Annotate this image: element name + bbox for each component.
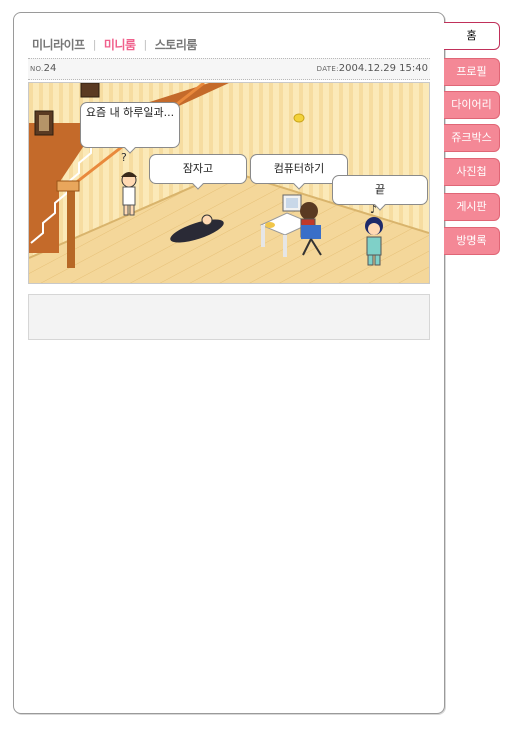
tab-profile[interactable]: 프로필 (444, 58, 500, 86)
speech-bubble-end: 끝 (332, 175, 428, 205)
nav-separator: | (143, 37, 148, 51)
speech-bubble-sleep: 잠자고 (149, 154, 247, 184)
miniroom-scene: ? ♪ 요즘 내 하루일과... 잠자고 컴퓨터하기 끝 (28, 82, 430, 284)
tab-home[interactable]: 홈 (444, 22, 500, 50)
post-number: NO.24 (30, 63, 57, 74)
tab-diary[interactable]: 다이어리 (444, 91, 500, 119)
nav-minilife[interactable]: 미니라이프 (32, 36, 85, 53)
question-mark-icon: ? (121, 151, 127, 164)
tab-jukebox[interactable]: 쥬크박스 (444, 124, 500, 152)
tab-photo-album[interactable]: 사진첩 (444, 158, 500, 186)
nav-miniroom[interactable]: 미니룸 (104, 36, 136, 53)
post-date: DATE:2004.12.29 15:40 (316, 63, 428, 74)
tab-board[interactable]: 게시판 (444, 193, 500, 221)
nav-separator: | (92, 37, 97, 51)
post-info-bar: NO.24 DATE:2004.12.29 15:40 (28, 58, 430, 80)
lamp-icon (293, 113, 305, 123)
tab-guestbook[interactable]: 방명록 (444, 227, 500, 255)
mini-nav: 미니라이프 | 미니룸 | 스토리룸 (32, 36, 197, 52)
nav-storyroom[interactable]: 스토리룸 (155, 36, 198, 53)
wall-frame-top (80, 83, 100, 98)
comment-box[interactable] (28, 294, 430, 340)
speech-bubble-daily: 요즘 내 하루일과... (80, 102, 180, 148)
